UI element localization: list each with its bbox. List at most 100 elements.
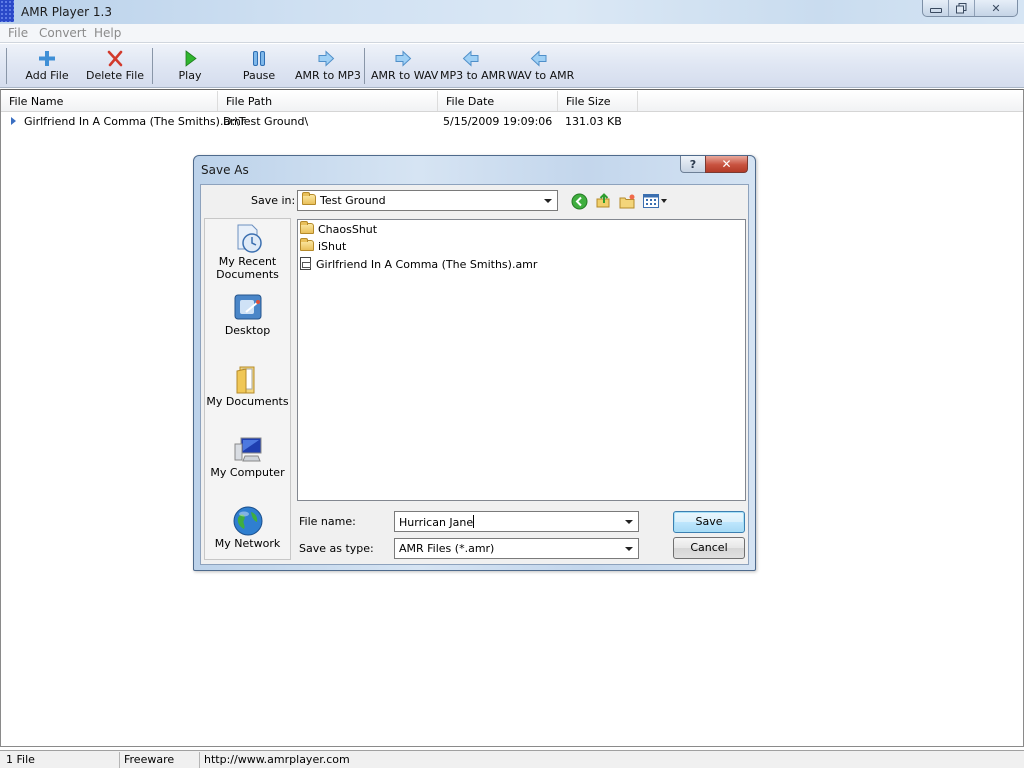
pause-button[interactable]: Pause	[240, 46, 278, 86]
help-icon: ?	[689, 157, 697, 171]
column-file-date[interactable]: File Date	[438, 91, 558, 111]
save-as-dialog: Save As ? ✕ Save in: Test Ground My Rece…	[193, 155, 756, 571]
file-name-input[interactable]: Hurrican Jane	[394, 511, 639, 532]
minimize-button[interactable]	[923, 0, 949, 16]
mp3-to-amr-button[interactable]: MP3 to AMR	[440, 46, 506, 86]
toolbar-separator	[6, 48, 7, 84]
save-in-label: Save in:	[251, 194, 296, 207]
menu-file[interactable]: File	[8, 26, 28, 40]
close-icon: ✕	[721, 157, 732, 171]
back-icon[interactable]	[571, 193, 588, 210]
desktop-icon	[234, 294, 261, 320]
amr-to-wav-label: AMR to WAV	[371, 69, 439, 82]
chevron-down-icon[interactable]	[625, 520, 633, 524]
menu-convert[interactable]: Convert	[39, 26, 86, 40]
text-caret	[473, 515, 475, 528]
amr-file-icon	[300, 257, 311, 270]
item-name: ChaosShut	[318, 223, 378, 236]
place-my-computer[interactable]: My Computer	[205, 434, 290, 479]
pause-label: Pause	[242, 69, 276, 82]
add-file-button[interactable]: Add File	[22, 46, 72, 86]
place-label: My Documents	[206, 395, 289, 408]
close-button[interactable]: ✕	[975, 0, 1017, 16]
toolbar-separator	[364, 48, 365, 84]
recent-documents-icon	[237, 224, 262, 253]
toolbar-separator	[152, 48, 153, 84]
save-in-value: Test Ground	[302, 192, 386, 207]
save-in-folder-name: Test Ground	[320, 194, 386, 207]
menu-bar: File Convert Help	[0, 24, 1024, 43]
cell-file-name: Girlfriend In A Comma (The Smiths).amr	[24, 115, 246, 128]
restore-button[interactable]	[949, 0, 975, 16]
delete-file-button[interactable]: Delete File	[86, 46, 144, 86]
help-button[interactable]: ?	[680, 156, 706, 173]
amr-to-mp3-button[interactable]: AMR to MP3	[295, 46, 361, 86]
column-file-size[interactable]: File Size	[558, 91, 638, 111]
delete-file-label: Delete File	[86, 69, 145, 82]
my-documents-icon	[236, 366, 254, 394]
save-as-type-label: Save as type:	[299, 542, 374, 555]
file-name-value: Hurrican Jane	[399, 515, 475, 529]
status-file-count: 1 File	[6, 753, 35, 766]
play-label: Play	[178, 69, 202, 82]
file-name-label: File name:	[299, 515, 356, 528]
list-item[interactable]: ChaosShut	[300, 221, 378, 239]
play-indicator-icon	[11, 117, 16, 125]
chevron-down-icon	[625, 547, 633, 551]
column-file-path[interactable]: File Path	[218, 91, 438, 111]
chevron-down-icon	[544, 199, 552, 203]
status-bar: 1 File Freeware http://www.amrplayer.com	[0, 750, 1024, 768]
save-in-dropdown[interactable]: Test Ground	[297, 190, 558, 211]
amr-to-mp3-label: AMR to MP3	[295, 69, 361, 82]
amr-player-window: AMR Player 1.3 ✕ File Convert Help Add F…	[0, 0, 1024, 768]
arrow-right-icon	[318, 50, 335, 67]
wav-to-amr-button[interactable]: WAV to AMR	[507, 46, 575, 86]
play-button[interactable]: Play	[172, 46, 208, 86]
dialog-close-button[interactable]: ✕	[705, 156, 748, 173]
cancel-button[interactable]: Cancel	[673, 537, 745, 559]
arrow-left-icon	[462, 50, 479, 67]
table-row[interactable]: Girlfriend In A Comma (The Smiths).amr D…	[1, 113, 1023, 131]
folder-icon	[300, 238, 314, 251]
view-menu-button[interactable]	[643, 193, 669, 210]
item-name: Girlfriend In A Comma (The Smiths).amr	[316, 258, 538, 271]
arrow-left-icon	[530, 50, 547, 67]
cell-file-path: D:\Test Ground\	[223, 115, 309, 128]
save-as-type-dropdown[interactable]: AMR Files (*.amr)	[394, 538, 639, 559]
window-title: AMR Player 1.3	[21, 5, 112, 19]
close-icon: ✕	[991, 1, 1001, 15]
place-label: My Recent Documents	[216, 255, 279, 281]
places-bar: My Recent Documents Desktop My Documents…	[204, 218, 291, 560]
menu-help[interactable]: Help	[94, 26, 121, 40]
item-name: iShut	[318, 240, 347, 253]
file-name-text: Hurrican Jane	[399, 516, 474, 529]
save-as-type-value: AMR Files (*.amr)	[399, 542, 495, 555]
my-computer-icon	[234, 437, 261, 462]
place-my-network[interactable]: My Network	[205, 505, 290, 550]
pause-icon	[253, 51, 265, 66]
play-icon	[185, 50, 197, 67]
place-recent-documents[interactable]: My Recent Documents	[205, 223, 290, 281]
wav-to-amr-label: WAV to AMR	[507, 69, 575, 82]
status-website-link[interactable]: http://www.amrplayer.com	[204, 753, 350, 766]
folder-contents-list[interactable]: ChaosShut iShut Girlfriend In A Comma (T…	[297, 219, 746, 501]
up-folder-icon[interactable]	[595, 192, 612, 209]
list-item[interactable]: iShut	[300, 238, 347, 256]
folder-icon	[300, 221, 314, 234]
cell-file-date: 5/15/2009 19:09:06	[443, 115, 553, 128]
place-desktop[interactable]: Desktop	[205, 292, 290, 337]
column-file-name[interactable]: File Name	[1, 91, 218, 111]
place-my-documents[interactable]: My Documents	[205, 363, 290, 408]
amr-to-wav-button[interactable]: AMR to WAV	[371, 46, 439, 86]
dialog-title: Save As	[201, 163, 249, 177]
add-file-label: Add File	[25, 69, 69, 82]
status-divider	[119, 752, 120, 768]
toolbar: Add File Delete File Play Pause AMR to M…	[0, 44, 1024, 88]
mp3-to-amr-label: MP3 to AMR	[440, 69, 506, 82]
list-item[interactable]: Girlfriend In A Comma (The Smiths).amr	[300, 257, 537, 273]
place-label: My Computer	[210, 466, 285, 479]
new-folder-icon[interactable]	[619, 193, 636, 210]
app-icon	[0, 0, 14, 22]
save-button[interactable]: Save	[673, 511, 745, 533]
minimize-icon	[929, 7, 942, 13]
